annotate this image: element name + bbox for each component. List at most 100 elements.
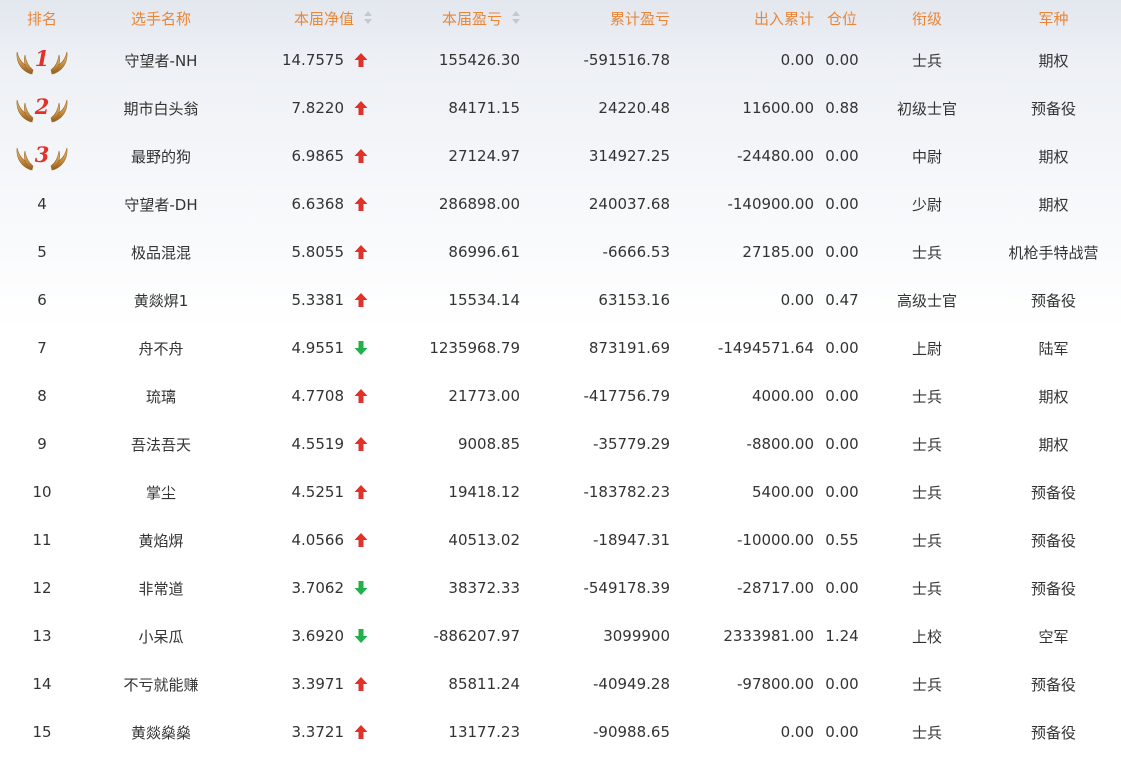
nav-cell: 6.9865 [238,132,374,180]
nav-value: 4.5519 [291,435,345,453]
trend-up-arrow-icon [354,533,368,547]
pnl-value: 13177.23 [448,723,520,741]
nav-value: 6.6368 [291,195,345,213]
cumulative-value: -183782.23 [583,483,670,501]
col-inout-header: 出入累计 [753,9,814,28]
rank-cell: 1 [0,36,84,84]
cumulative-value: -40949.28 [593,675,670,693]
nav-value: 3.6920 [291,627,345,645]
branch-value: 预备役 [1030,291,1076,310]
rank-number: 4 [37,195,47,213]
rank-cell: 8 [0,372,84,420]
player-name[interactable]: 期市白头翁 [84,84,238,132]
branch-value: 陆军 [1038,339,1069,358]
player-name[interactable]: 最野的狗 [84,132,238,180]
player-name[interactable]: 掌尘 [84,468,238,516]
branch-value: 期权 [1038,435,1069,454]
cumulative-value: -35779.29 [593,435,670,453]
nav-value: 3.3721 [291,723,345,741]
title-value: 上校 [911,627,942,646]
inout-value: -24480.00 [737,147,814,165]
table-row: 11 黄焰焺 4.0566 40513.02 -18947.31 -10000.… [0,516,1121,564]
col-pnl-header[interactable]: 本届盈亏 [374,0,522,36]
title-value: 中尉 [911,147,942,166]
pnl-value: 86996.61 [448,243,520,261]
nav-cell: 4.9551 [238,324,374,372]
position-value: 0.00 [825,387,859,405]
pnl-value: 15534.14 [448,291,520,309]
pnl-value: 27124.97 [448,147,520,165]
branch-value: 期权 [1038,51,1069,70]
rank-number: 15 [32,723,52,741]
pnl-value: -886207.97 [433,627,520,645]
player-name[interactable]: 琉璃 [84,372,238,420]
player-name[interactable]: 黄焰焺 [84,516,238,564]
rank-cell: 2 [0,84,84,132]
sort-icon[interactable] [510,10,522,26]
rank-cell: 10 [0,468,84,516]
col-rank-header: 排名 [26,9,57,28]
branch-value: 机枪手特战营 [1008,243,1099,262]
cumulative-value: 3099900 [603,627,670,645]
cumulative-value: 314927.25 [588,147,670,165]
player-name[interactable]: 不亏就能赚 [84,660,238,708]
rank-number: 7 [37,339,47,357]
rank-number: 14 [32,675,52,693]
position-value: 0.00 [825,147,859,165]
player-name[interactable]: 小呆瓜 [84,612,238,660]
nav-cell: 3.3721 [238,708,374,756]
trend-down-arrow-icon [354,341,368,355]
title-value: 士兵 [911,243,942,262]
header-row: 排名 选手名称 本届净值 本届盈亏 累计盈亏 出入累计 仓位 衔级 军种 [0,0,1121,36]
branch-value: 预备役 [1030,483,1076,502]
inout-value: 5400.00 [751,483,814,501]
nav-value: 3.3971 [291,675,345,693]
nav-cell: 4.5519 [238,420,374,468]
cumulative-value: 63153.16 [598,291,670,309]
col-nav-label: 本届净值 [293,9,354,28]
title-value: 士兵 [911,579,942,598]
player-name[interactable]: 极品混混 [84,228,238,276]
title-value: 上尉 [911,339,942,358]
rank-cell: 5 [0,228,84,276]
trend-up-arrow-icon [354,53,368,67]
sort-icon[interactable] [362,10,374,26]
player-name[interactable]: 守望者-NH [84,36,238,84]
rank-cell: 14 [0,660,84,708]
trend-up-arrow-icon [354,245,368,259]
table-header: 排名 选手名称 本届净值 本届盈亏 累计盈亏 出入累计 仓位 衔级 军种 [0,0,1121,36]
player-name[interactable]: 黄燚燊燊 [84,708,238,756]
inout-value: 4000.00 [751,387,814,405]
cumulative-value: 873191.69 [588,339,670,357]
position-value: 0.88 [825,99,859,117]
inout-value: -28717.00 [737,579,814,597]
nav-cell: 5.3381 [238,276,374,324]
rank-number: 12 [32,579,52,597]
position-value: 0.55 [825,531,859,549]
player-name[interactable]: 守望者-DH [84,180,238,228]
col-nav-header[interactable]: 本届净值 [238,0,374,36]
col-position-header: 仓位 [826,9,857,28]
position-value: 0.00 [825,339,859,357]
trend-down-arrow-icon [354,629,368,643]
title-value: 士兵 [911,435,942,454]
player-name[interactable]: 非常道 [84,564,238,612]
cumulative-value: -549178.39 [583,579,670,597]
title-value: 少尉 [911,195,942,214]
nav-value: 5.8055 [291,243,345,261]
player-name[interactable]: 舟不舟 [84,324,238,372]
position-value: 0.47 [825,291,859,309]
table-row: 13 小呆瓜 3.6920 -886207.97 3099900 2333981… [0,612,1121,660]
rank-number: 10 [32,483,52,501]
player-name[interactable]: 吾法吾天 [84,420,238,468]
player-name[interactable]: 黄燚焺1 [84,276,238,324]
table-row: 8 琉璃 4.7708 21773.00 -417756.79 4000.00 … [0,372,1121,420]
branch-value: 期权 [1038,195,1069,214]
nav-value: 6.9865 [291,147,345,165]
nav-value: 14.7575 [281,51,344,69]
nav-cell: 7.8220 [238,84,374,132]
table-row: 4 守望者-DH 6.6368 286898.00 240037.68 -140… [0,180,1121,228]
nav-value: 7.8220 [291,99,345,117]
rank-cell: 15 [0,708,84,756]
nav-cell: 6.6368 [238,180,374,228]
